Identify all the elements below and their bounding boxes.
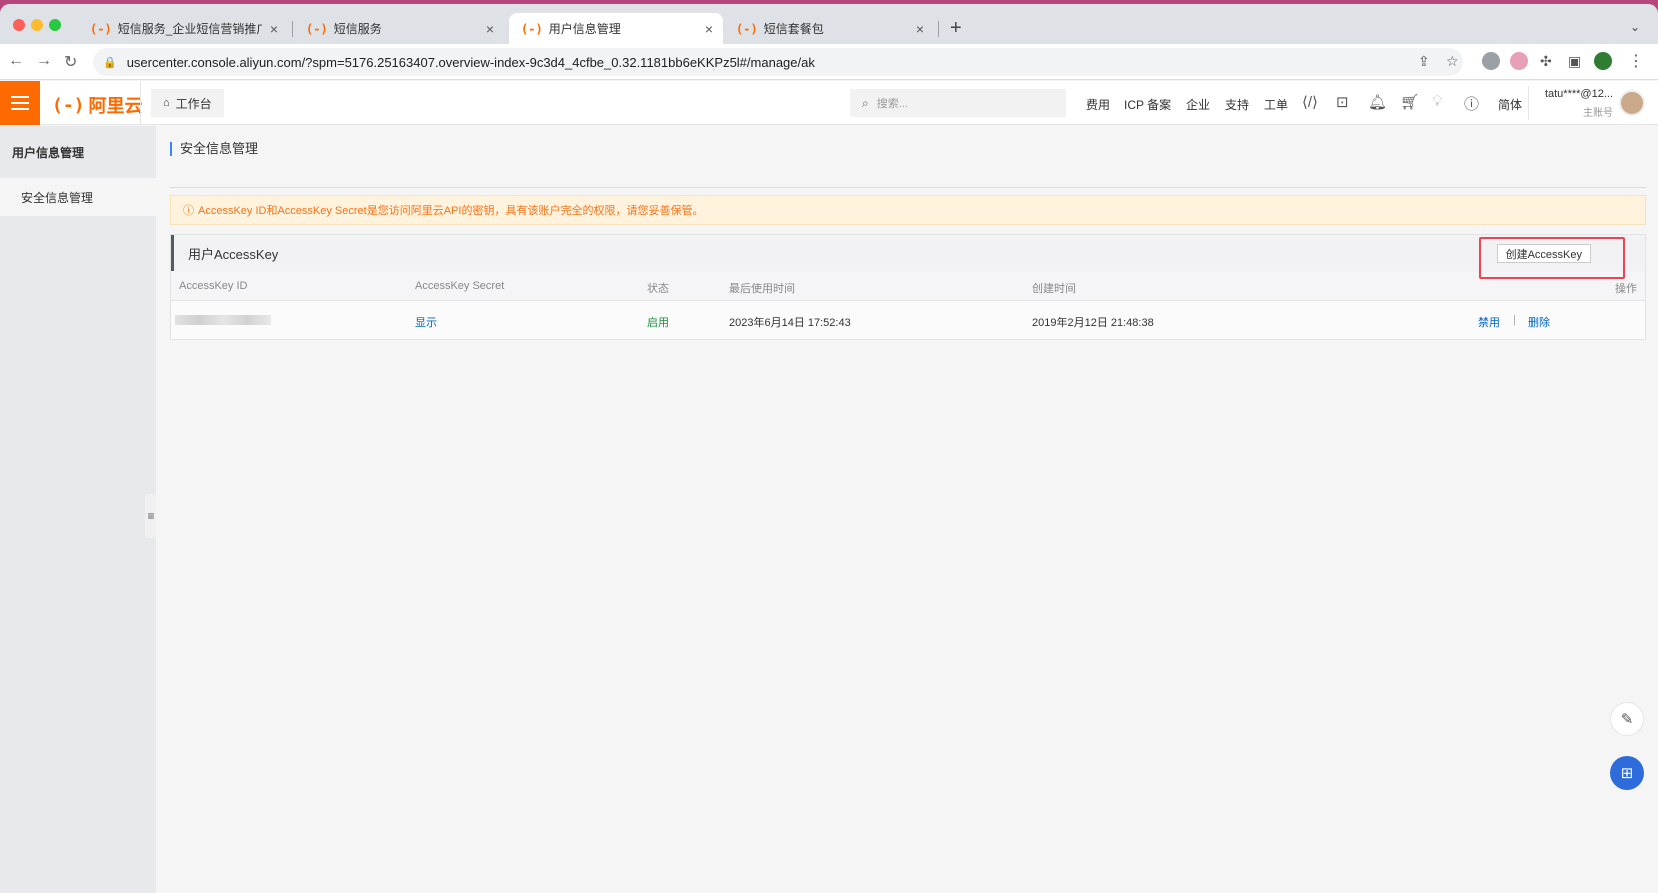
divider [140, 81, 141, 125]
browser-toolbar: ← → ↻ 🔒 usercenter.console.aliyun.com/?s… [0, 44, 1658, 80]
tab-separator [938, 21, 939, 37]
extension-icon[interactable] [1482, 52, 1500, 70]
tab-title: 用户信息管理 [548, 22, 621, 36]
minimize-window-button[interactable] [31, 19, 43, 31]
page-title: 安全信息管理 [170, 142, 258, 156]
bell-icon[interactable]: 🔔︎ [1368, 93, 1387, 111]
tab-title: 短信服务_企业短信营销推广_验 [117, 22, 262, 36]
close-tab-icon[interactable]: × [916, 21, 924, 37]
accesskey-panel: 用户AccessKey 创建AccessKey AccessKey ID Acc… [170, 234, 1646, 340]
logo-text: 阿里云 [88, 96, 143, 116]
aliyun-favicon-icon: (-) [736, 21, 758, 36]
user-role: 主账号 [1583, 108, 1613, 119]
panel-title: 用户AccessKey [188, 246, 279, 262]
browser-menu-icon[interactable]: ⋮ [1628, 51, 1644, 71]
edit-icon[interactable]: ✎ [1610, 702, 1644, 736]
divider [170, 187, 1646, 188]
address-bar[interactable]: 🔒 usercenter.console.aliyun.com/?spm=517… [93, 48, 1463, 76]
menu-icon[interactable] [0, 81, 40, 125]
browser-tab-active[interactable]: (-) 用户信息管理 × [509, 13, 723, 44]
user-account[interactable]: tatu****@12... 主账号 [1528, 86, 1613, 120]
side-panel-icon[interactable]: ▣ [1568, 53, 1581, 70]
sidebar-header: 用户信息管理 [12, 145, 85, 160]
main-content: 安全信息管理 ⓘ AccessKey ID和AccessKey Secret是您… [156, 126, 1658, 893]
browser-tab[interactable]: (-) 短信服务 × [294, 13, 504, 44]
avatar[interactable] [1619, 90, 1645, 116]
nav-billing[interactable]: 费用 [1086, 96, 1110, 113]
code-icon[interactable]: ⟨/⟩ [1302, 93, 1318, 111]
alert-text: AccessKey ID和AccessKey Secret是您访问阿里云API的… [198, 205, 704, 217]
close-window-button[interactable] [13, 19, 25, 31]
bookmark-star-icon[interactable]: ☆ [1446, 53, 1459, 70]
browser-tab[interactable]: (-) 短信服务_企业短信营销推广_验 × [78, 13, 288, 44]
nav-support[interactable]: 支持 [1225, 96, 1249, 113]
profile-avatar[interactable] [1594, 52, 1612, 70]
sidebar: 用户信息管理 安全信息管理 [0, 126, 156, 893]
tab-title: 短信套餐包 [763, 22, 824, 36]
puzzle-extensions-icon[interactable]: ✣ [1540, 53, 1552, 70]
tab-separator [292, 21, 293, 37]
lock-icon: 🔒 [103, 56, 117, 69]
home-icon: ⌂ [163, 97, 170, 109]
search-placeholder: 搜索... [876, 98, 908, 110]
created-time: 2019年2月12日 21:48:38 [1032, 317, 1154, 329]
table-header: AccessKey ID AccessKey Secret 状态 最后使用时间 … [171, 271, 1645, 301]
maximize-window-button[interactable] [49, 19, 61, 31]
back-icon[interactable]: ← [8, 52, 24, 70]
warning-alert: ⓘ AccessKey ID和AccessKey Secret是您访问阿里云AP… [170, 195, 1646, 225]
language-switch[interactable]: 简体 [1498, 96, 1522, 113]
show-secret-link[interactable]: 显示 [415, 314, 437, 330]
url-text[interactable]: usercenter.console.aliyun.com/?spm=5176.… [127, 55, 815, 70]
search-input[interactable]: ⌕ 搜索... [850, 89, 1066, 117]
table-row: 显示 启用 2023年6月14日 17:52:43 2019年2月12日 21:… [171, 301, 1645, 339]
new-tab-button[interactable]: + [950, 18, 962, 38]
close-tab-icon[interactable]: × [705, 21, 713, 37]
share-icon[interactable]: ⇪ [1418, 53, 1430, 70]
terminal-icon[interactable]: ⊡ [1336, 93, 1349, 111]
lightbulb-icon[interactable]: 💡︎ [1432, 93, 1443, 110]
panel-header: 用户AccessKey 创建AccessKey [171, 235, 1645, 271]
reload-icon[interactable]: ↻ [64, 52, 77, 72]
user-name: tatu****@12... [1544, 88, 1613, 100]
column-header: AccessKey ID [179, 280, 248, 292]
highlight-box [1479, 237, 1625, 279]
tab-title: 短信服务 [333, 22, 382, 36]
help-icon[interactable]: ⓘ [1464, 93, 1479, 114]
masked-accesskey-id [175, 315, 271, 325]
disable-link[interactable]: 禁用 [1478, 314, 1500, 330]
column-header: 最后使用时间 [729, 283, 795, 295]
browser-tab[interactable]: (-) 短信套餐包 × [724, 13, 934, 44]
delete-link[interactable]: 删除 [1528, 314, 1550, 330]
status-badge: 启用 [647, 317, 669, 329]
nav-enterprise[interactable]: 企业 [1186, 96, 1210, 113]
browser-window: (-) 短信服务_企业短信营销推广_验 × (-) 短信服务 × (-) 用户信… [0, 4, 1658, 893]
nav-icp[interactable]: ICP 备案 [1124, 96, 1171, 113]
tab-search-icon[interactable]: ⌄ [1630, 20, 1640, 34]
extension-icon[interactable] [1510, 52, 1528, 70]
divider: | [1513, 314, 1516, 326]
column-header: 操作 [1615, 283, 1637, 295]
tab-strip: (-) 短信服务_企业短信营销推广_验 × (-) 短信服务 × (-) 用户信… [0, 4, 1658, 44]
logo-mark: (-) [52, 94, 85, 116]
aliyun-logo[interactable]: (-) 阿里云 [52, 92, 143, 118]
search-icon: ⌕ [862, 95, 869, 110]
last-used-time: 2023年6月14日 17:52:43 [729, 317, 851, 329]
aliyun-favicon-icon: (-) [521, 21, 543, 36]
apps-grid-icon[interactable]: ⊞ [1610, 756, 1644, 790]
workbench-label: 工作台 [175, 96, 212, 111]
cart-icon[interactable]: 🛒︎ [1400, 93, 1419, 111]
forward-icon[interactable]: → [36, 52, 52, 70]
close-tab-icon[interactable]: × [486, 21, 494, 37]
aliyun-favicon-icon: (-) [306, 21, 328, 36]
sidebar-item-security[interactable]: 安全信息管理 [0, 178, 156, 216]
column-header: 状态 [647, 283, 669, 295]
nav-ticket[interactable]: 工单 [1264, 96, 1288, 113]
console-topbar: (-) 阿里云 ⌂ 工作台 ⌕ 搜索... 费用 ICP 备案 企业 支持 工单… [0, 81, 1658, 125]
workbench-button[interactable]: ⌂ 工作台 [151, 89, 224, 117]
close-tab-icon[interactable]: × [270, 21, 278, 37]
warning-icon: ⓘ [183, 205, 194, 217]
column-header: 创建时间 [1032, 283, 1076, 295]
column-header: AccessKey Secret [415, 280, 505, 292]
aliyun-favicon-icon: (-) [90, 21, 112, 36]
